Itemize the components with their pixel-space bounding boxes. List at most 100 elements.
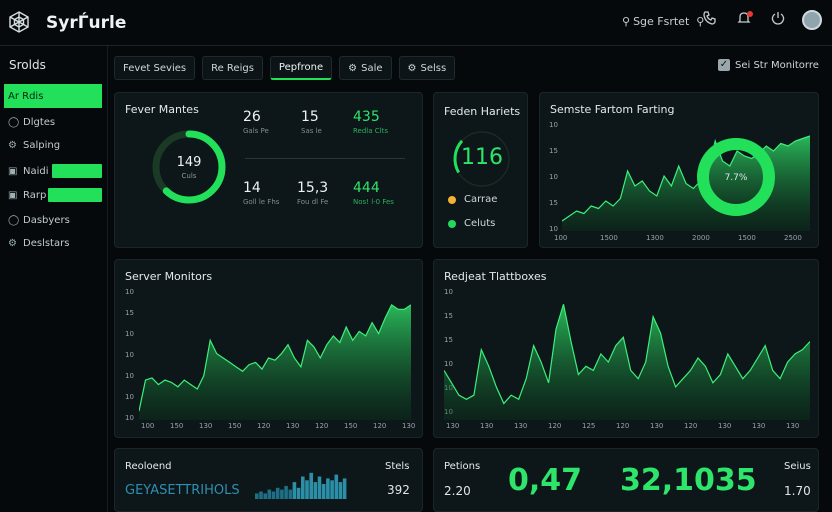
app-title: SyrЃurle: [46, 13, 127, 33]
sidebar-item-deslstars[interactable]: ⚙ Deslstars: [8, 231, 69, 255]
fever-stat-2: 15 Sas le: [301, 109, 322, 135]
semste-ring-label: 7.7%: [724, 173, 748, 183]
legend-label: Celuts: [464, 218, 496, 229]
y-tick-label: 10: [549, 121, 558, 129]
stat-value: 15,3: [297, 180, 329, 196]
chart-title: Semste Fartom Farting: [550, 103, 675, 116]
folder-icon: ▣: [8, 189, 18, 201]
sidebar-item-dlgtes[interactable]: ◯ Dlgtes: [8, 110, 55, 134]
semste-chart-card: Semste Fartom Farting 10 15 10 15 10 7.7% 10…: [539, 92, 819, 248]
logo-icon: [9, 11, 29, 33]
checkbox[interactable]: ✓: [718, 59, 730, 71]
gear-icon: ⚙: [8, 139, 17, 151]
y-tick-label: 10: [125, 393, 134, 401]
avatar[interactable]: [802, 10, 822, 30]
x-tick-label: 120: [616, 422, 630, 430]
legend-item-carrae: Carrae: [448, 194, 497, 205]
bar: [313, 482, 318, 499]
x-tick-label: 130: [650, 422, 664, 430]
fever-stat-4: 14 Goll le Fhs: [243, 180, 279, 206]
tab-bar: Fevet Sevies Re Reigs Pepfrone ⚙ Sale ⚙ Se…: [114, 56, 456, 80]
y-tick-label: 10: [125, 351, 134, 359]
search-field[interactable]: ⚲ Sge Fsrtet ⚲: [622, 15, 704, 28]
legend-label: Carrae: [464, 194, 498, 205]
reoloend-value: 392: [387, 483, 410, 497]
sidebar-item-label: Dlgtes: [23, 116, 56, 128]
sidebar-item-label: Salping: [23, 139, 61, 151]
gear-icon: ⚙: [348, 62, 358, 74]
stat-value: 14: [243, 180, 261, 196]
y-tick-label: 10: [125, 414, 134, 422]
tab-pepfrone[interactable]: Pepfrone: [269, 56, 333, 80]
x-tick-label: 2000: [692, 234, 710, 242]
sidebar-item-dasbyers[interactable]: ◯ Dasbyers: [8, 208, 70, 232]
stat-label: Redla Clts: [353, 127, 388, 135]
stat-label: Gals Pe: [243, 127, 269, 135]
petions-card: Petions Seius 2.20 0,47 32,1035 1.70: [433, 448, 819, 512]
tab-label: Fevet Sevies: [123, 62, 187, 74]
redjeat-chart-card: Redjeat Tlattboxes 101515101010 13013013…: [433, 259, 819, 438]
server-area-chart: [139, 304, 411, 420]
tab-selss[interactable]: ⚙ Selss: [398, 56, 456, 80]
y-tick-label: 10: [125, 372, 134, 380]
bar: [334, 474, 339, 499]
power-icon[interactable]: [768, 10, 788, 30]
notification-icon[interactable]: [734, 10, 754, 30]
sidebar-item-naidi[interactable]: ▣ Naidi: [8, 159, 49, 183]
stat-value: 15: [301, 109, 319, 125]
tab-label: Pepfrone: [278, 62, 324, 73]
chart-title: Server Monitors: [125, 270, 213, 283]
x-tick-label: 120: [373, 422, 387, 430]
card-right-label: Stels: [385, 461, 410, 472]
tab-sale[interactable]: ⚙ Sale: [339, 56, 392, 80]
bar: [267, 489, 272, 499]
x-tick-label: 130: [199, 422, 213, 430]
petions-small-right: 1.70: [784, 484, 811, 498]
tab-fevet-sevies[interactable]: Fevet Sevies: [114, 56, 196, 80]
reoloend-text: GEYASETTRIHOLS: [125, 483, 240, 498]
y-tick-label: 15: [549, 147, 558, 155]
x-tick-label: 125: [582, 422, 596, 430]
bar: [292, 482, 297, 499]
sidebar-item-rarp[interactable]: ▣ Rarp: [8, 183, 46, 207]
x-tick-label: 1300: [646, 234, 664, 242]
monitor-toggle[interactable]: ✓ Sei Str Monitorre: [718, 59, 819, 71]
search-label: Sge Fsrtet: [633, 15, 690, 28]
fever-ring-label: Culs: [181, 172, 197, 180]
y-tick-label: 10: [549, 173, 558, 181]
bar: [284, 485, 288, 499]
reoloend-card: Reoloend Stels GEYASETTRIHOLS 392: [114, 448, 423, 512]
sidebar-item-label: Dasbyers: [23, 214, 70, 226]
reoloend-bar-chart: [255, 472, 347, 499]
x-tick-label: 100: [554, 234, 568, 242]
stat-value: 435: [353, 109, 380, 125]
stat-value: 444: [353, 180, 380, 196]
y-tick-label: 10: [125, 288, 134, 296]
x-tick-label: 150: [344, 422, 358, 430]
phone-icon[interactable]: [700, 10, 720, 30]
bar: [271, 491, 276, 499]
y-tick-label: 10: [125, 330, 134, 338]
sidebar-item-salping[interactable]: ⚙ Salping: [8, 133, 60, 157]
user-icon: ◯: [8, 214, 20, 226]
sidebar-progress-bar: [52, 164, 102, 178]
feden-ring-value: 116: [461, 145, 503, 170]
y-tick-label: 10: [444, 288, 453, 296]
fever-stat-1: 26 Gals Pe: [243, 109, 269, 135]
legend-dot: [448, 195, 456, 204]
y-tick-label: 15: [549, 199, 558, 207]
petions-big-value-2: 32,1035: [620, 463, 757, 498]
folder-icon: ▣: [8, 165, 18, 177]
sidebar-item-label: Rarp: [23, 189, 47, 201]
x-tick-label: 120: [548, 422, 562, 430]
bar: [263, 493, 267, 499]
bar: [305, 480, 309, 499]
tab-re-reigs[interactable]: Re Reigs: [202, 56, 263, 80]
x-tick-label: 130: [286, 422, 300, 430]
x-tick-label: 100: [141, 422, 155, 430]
feden-card: Feden Hariets 116 Carrae Celuts: [433, 92, 528, 248]
sidebar: Srolds Ar Rdis ◯ Dlgtes ⚙ Salping ▣ Naid…: [0, 46, 108, 512]
sidebar-item-ar-rdis[interactable]: Ar Rdis: [4, 84, 102, 108]
x-tick-label: 130: [446, 422, 460, 430]
bar: [342, 478, 347, 499]
